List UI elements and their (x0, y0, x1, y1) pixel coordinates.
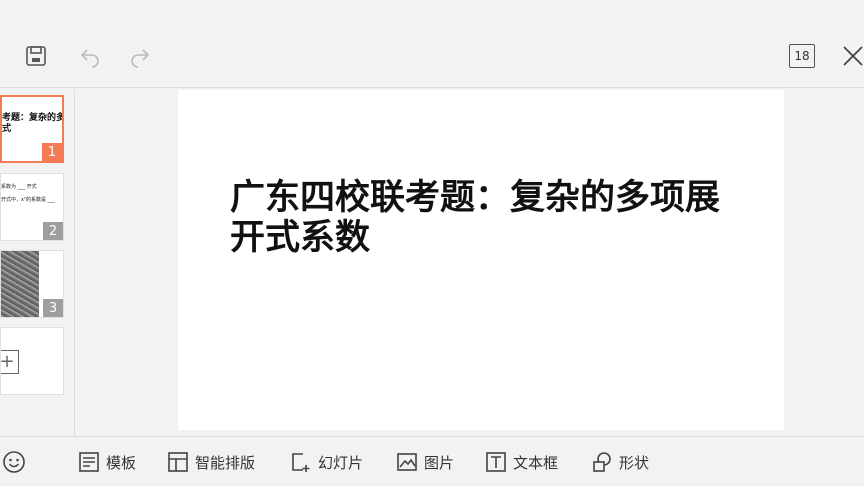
save-button[interactable] (22, 42, 50, 70)
layout-icon (168, 452, 188, 472)
add-slide-thumbnail[interactable]: + (0, 327, 64, 395)
thumbnail-3-image (1, 251, 39, 317)
shape-label: 形状 (619, 453, 650, 472)
picture-button[interactable]: 图片 (396, 447, 454, 477)
redo-button[interactable] (126, 42, 154, 70)
emoji-icon (3, 451, 25, 473)
slide-thumbnail-2[interactable]: 系数为 ___ 开式 开式中，x²的系数是 ___ 2 (0, 173, 64, 241)
shape-button[interactable]: 形状 (591, 447, 649, 477)
shape-icon (593, 452, 611, 472)
picture-label: 图片 (424, 453, 455, 472)
add-slide-icon: + (0, 350, 19, 374)
add-slide-label: 幻灯片 (318, 453, 364, 472)
thumbnail-2-line2: 开式中，x²的系数是 ___ (1, 197, 56, 203)
smart-layout-label: 智能排版 (195, 453, 256, 472)
template-icon (79, 452, 99, 472)
slide-number-badge: 1 (42, 143, 62, 161)
close-button[interactable] (840, 42, 864, 70)
add-slide-icon (292, 453, 310, 472)
emoji-button[interactable] (2, 447, 26, 477)
smart-layout-button[interactable]: 智能排版 (167, 447, 255, 477)
close-icon (843, 46, 863, 66)
top-toolbar: 18 (0, 0, 864, 88)
thumbnail-1-title-line1: 考题：复杂的多 (2, 113, 64, 123)
slide-count: 18 (794, 49, 810, 63)
undo-icon (80, 49, 99, 68)
add-slide-plus: + (0, 351, 15, 372)
slide-number-badge: 2 (43, 222, 63, 240)
slide-thumbnail-panel: 考题：复杂的多 式 1 系数为 ___ 开式 开式中，x²的系数是 ___ 2 … (0, 89, 75, 436)
slide-thumbnail-1[interactable]: 考题：复杂的多 式 1 (0, 95, 64, 163)
slide-thumbnail-3[interactable]: 3 (0, 250, 64, 318)
slide-title[interactable]: 广东四校联考题：复杂的多项展开式系数 (230, 178, 750, 258)
bottom-toolbar: 模板 智能排版 幻灯片 图片 文本框 形状 (0, 436, 864, 486)
picture-icon (397, 453, 417, 471)
redo-icon (131, 49, 150, 68)
undo-button[interactable] (76, 42, 104, 70)
thumbnail-2-line1: 系数为 ___ 开式 (1, 184, 37, 190)
add-slide-button[interactable]: 幻灯片 (290, 447, 363, 477)
textbox-label: 文本框 (513, 453, 559, 472)
textbox-button[interactable]: 文本框 (485, 447, 558, 477)
slide-count-button[interactable]: 18 (789, 44, 815, 68)
template-button[interactable]: 模板 (78, 447, 136, 477)
slide-number-badge: 3 (43, 299, 63, 317)
current-slide[interactable]: 广东四校联考题：复杂的多项展开式系数 (178, 90, 784, 430)
thumbnail-1-title-line2: 式 (2, 124, 12, 134)
textbox-icon (486, 452, 506, 472)
template-label: 模板 (106, 453, 137, 472)
save-icon (26, 46, 46, 66)
